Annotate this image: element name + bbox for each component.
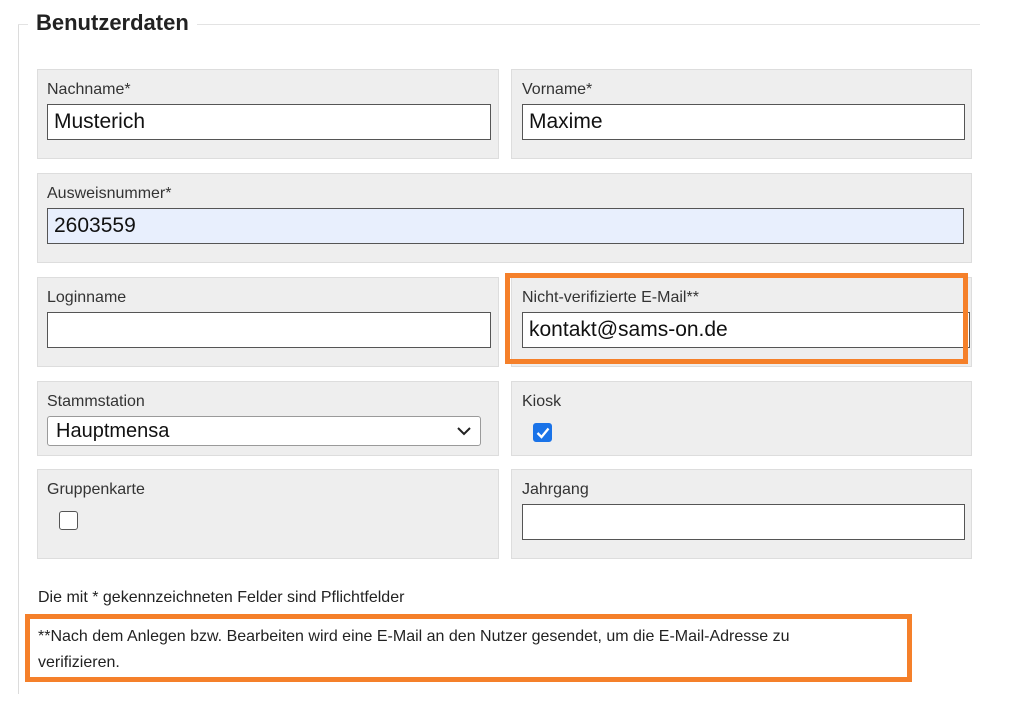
email-input[interactable] <box>522 312 970 348</box>
chevron-down-icon <box>457 427 471 436</box>
firstname-panel: Vorname* <box>511 69 972 159</box>
kiosk-checkbox[interactable] <box>533 423 552 442</box>
email-label: Nicht-verifizierte E-Mail** <box>522 289 699 306</box>
idnumber-panel: Ausweisnummer* <box>37 173 972 263</box>
year-panel: Jahrgang <box>511 469 972 559</box>
station-select[interactable]: Hauptmensa <box>47 416 481 446</box>
loginname-panel: Loginname <box>37 277 499 367</box>
kiosk-panel: Kiosk <box>511 381 972 456</box>
firstname-input[interactable] <box>522 104 965 140</box>
required-fields-note: Die mit * gekennzeichneten Felder sind P… <box>38 589 405 606</box>
station-panel: Stammstation Hauptmensa <box>37 381 499 456</box>
firstname-label: Vorname* <box>522 81 593 98</box>
lastname-panel: Nachname* <box>37 69 499 159</box>
verification-note-highlight-box <box>25 614 912 682</box>
checkmark-icon <box>536 427 550 439</box>
verification-note-line-1: **Nach dem Anlegen bzw. Bearbeiten wird … <box>38 628 790 645</box>
idnumber-input[interactable] <box>47 208 964 244</box>
groupcard-panel: Gruppenkarte <box>37 469 499 559</box>
verification-note-line-2: verifizieren. <box>38 654 120 671</box>
lastname-input[interactable] <box>47 104 491 140</box>
fieldset-border-left <box>18 24 19 694</box>
groupcard-label: Gruppenkarte <box>47 481 145 498</box>
loginname-input[interactable] <box>47 312 491 348</box>
lastname-label: Nachname* <box>47 81 131 98</box>
idnumber-label: Ausweisnummer* <box>47 185 172 202</box>
email-panel: Nicht-verifizierte E-Mail** <box>511 277 972 367</box>
groupcard-checkbox[interactable] <box>59 511 78 530</box>
year-label: Jahrgang <box>522 481 589 498</box>
station-label: Stammstation <box>47 393 145 410</box>
kiosk-label: Kiosk <box>522 393 562 410</box>
section-title: Benutzerdaten <box>28 10 197 36</box>
year-input[interactable] <box>522 504 965 540</box>
loginname-label: Loginname <box>47 289 127 306</box>
station-selected-value: Hauptmensa <box>56 420 170 442</box>
